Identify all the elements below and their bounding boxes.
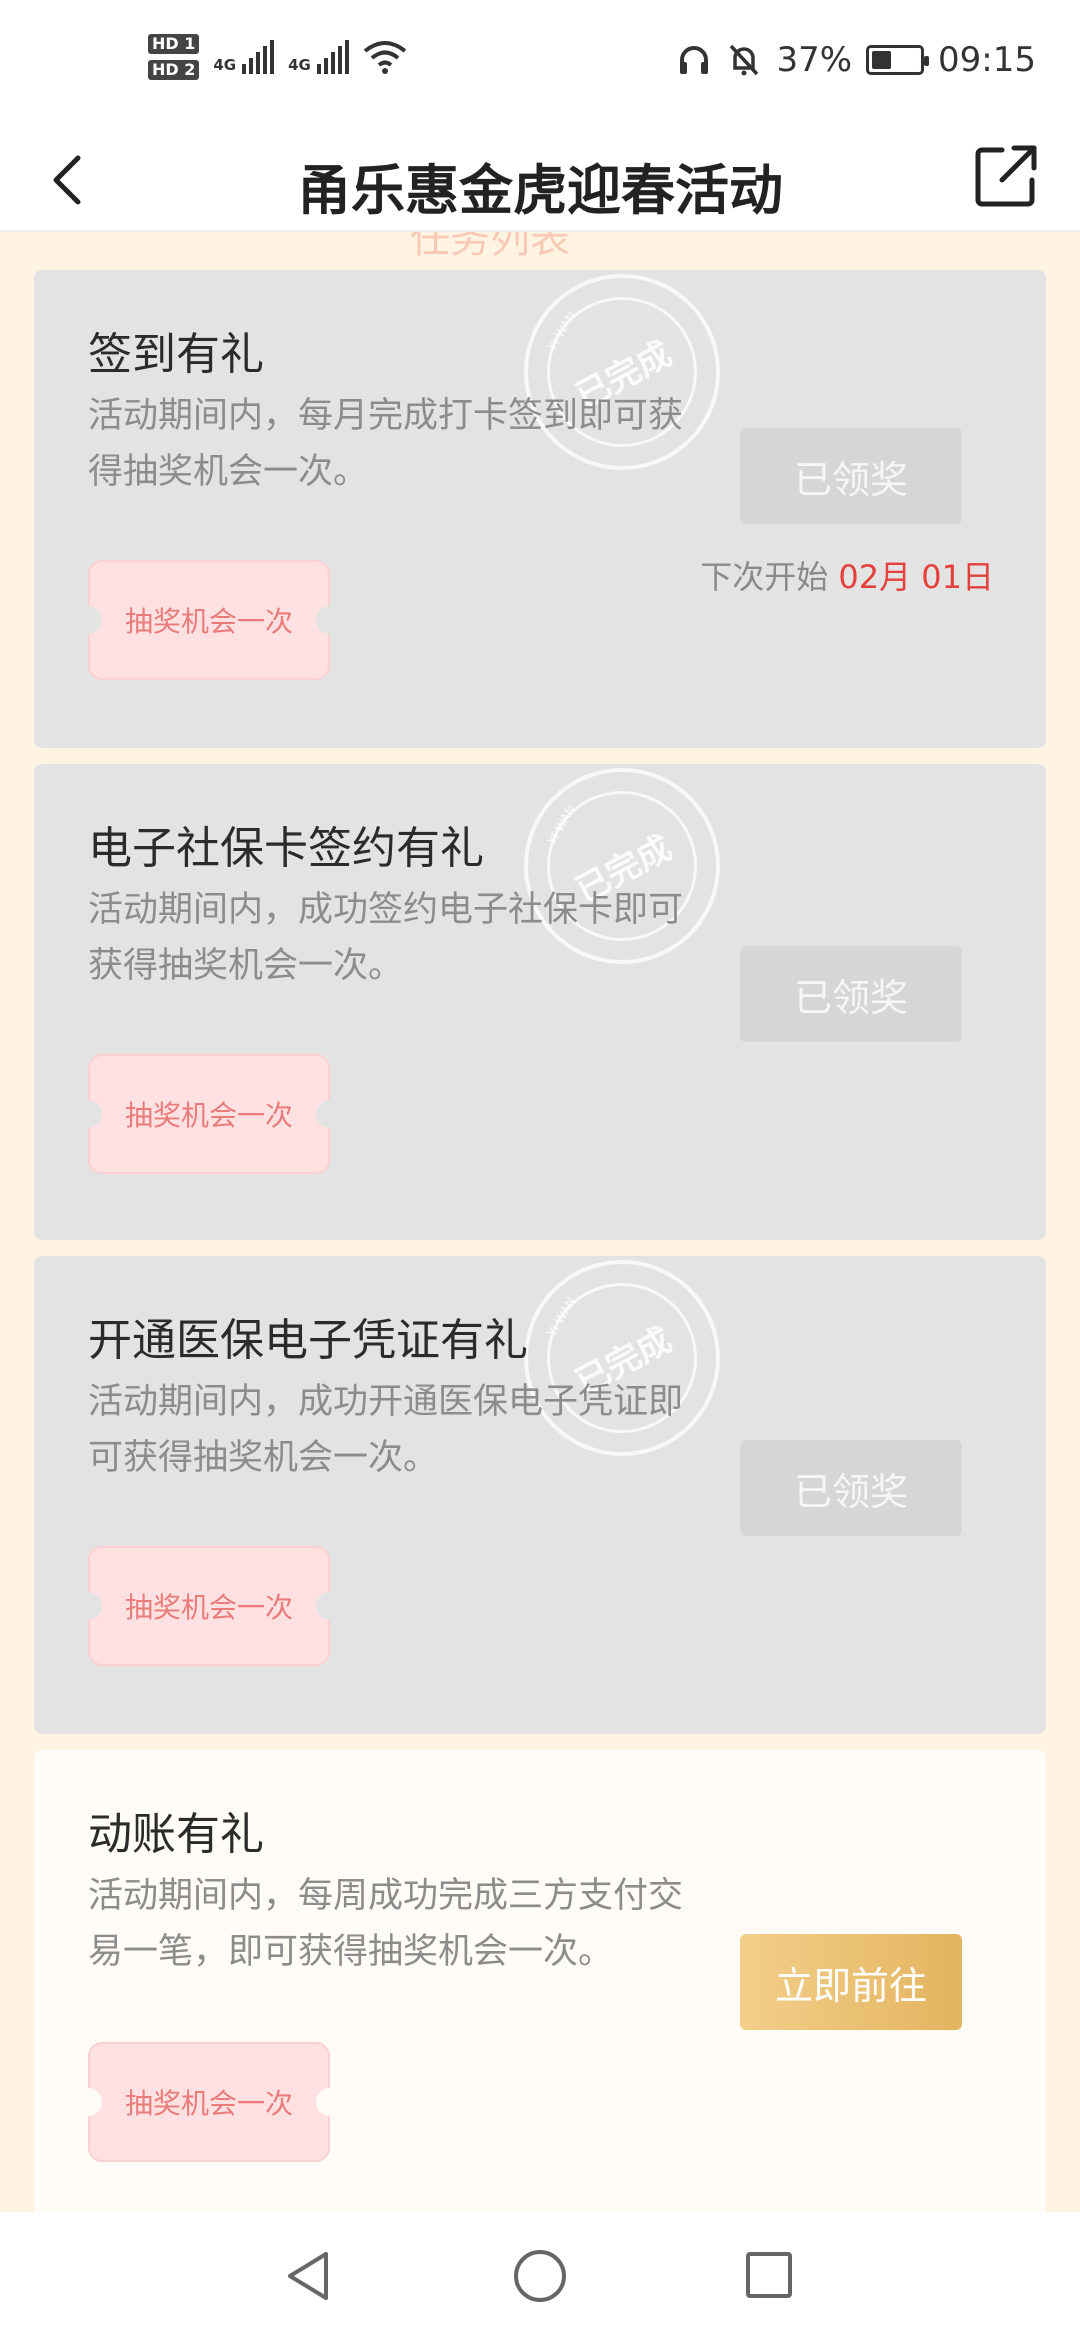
system-nav-bar (0, 2212, 1080, 2340)
claimed-button[interactable]: 已领奖 (740, 428, 962, 524)
signal-bars-icon (316, 40, 349, 74)
status-bar: HD 1 HD 2 4G 4G 37% 09:15 (0, 0, 1080, 128)
task-title: 动账有礼 (88, 1809, 264, 1860)
task-title: 签到有礼 (88, 329, 264, 380)
task-card-social-security: YI WAN 已完成 电子社保卡签约有礼 活动期间内，成功签约电子社保卡即可获得… (34, 764, 1046, 1240)
task-description: 活动期间内，成功开通医保电子凭证即可获得抽奖机会一次。 (88, 1382, 684, 1478)
task-description: 活动期间内，成功签约电子社保卡即可获得抽奖机会一次。 (88, 890, 684, 986)
signal-1: 4G (213, 40, 275, 74)
network-type-1: 4G (213, 56, 237, 74)
hd-indicators: HD 1 HD 2 (148, 34, 200, 80)
task-description: 活动期间内，每月完成打卡签到即可获得抽奖机会一次。 (88, 396, 684, 492)
share-icon[interactable] (972, 142, 1040, 210)
claimed-button[interactable]: 已领奖 (740, 946, 962, 1042)
task-title: 电子社保卡签约有礼 (88, 823, 484, 874)
battery-level (872, 51, 892, 69)
section-heading-peek: 任务列表 (410, 232, 570, 262)
task-card-medical-insurance: YI WAN 已完成 开通医保电子凭证有礼 活动期间内，成功开通医保电子凭证即可… (34, 1256, 1046, 1734)
status-left: HD 1 HD 2 4G 4G (148, 34, 407, 80)
task-description: 活动期间内，每周成功完成三方支付交易一笔，即可获得抽奖机会一次。 (88, 1876, 684, 1972)
wifi-icon (363, 41, 407, 74)
battery-icon (866, 45, 930, 75)
lottery-ticket-badge: 抽奖机会一次 (74, 1546, 344, 1666)
next-start: 下次开始 02月 01日 (700, 552, 994, 598)
battery-percent: 37% (776, 40, 853, 80)
bell-muted-icon (730, 44, 759, 76)
next-start-date: 02月 01日 (838, 558, 994, 596)
hd2-badge: HD 2 (148, 60, 200, 80)
nav-recents-icon[interactable] (746, 2252, 792, 2298)
page-title: 甬乐惠金虎迎春活动 (297, 159, 783, 222)
nav-home-icon[interactable] (514, 2250, 566, 2302)
clock: 09:15 (938, 40, 1036, 80)
title-bar: 甬乐惠金虎迎春活动 (0, 128, 1080, 232)
network-type-2: 4G (288, 56, 311, 74)
hd1-badge: HD 1 (148, 34, 200, 54)
signal-bars-icon (242, 40, 275, 74)
nav-back-icon[interactable] (282, 2248, 338, 2304)
claimed-button[interactable]: 已领奖 (740, 1440, 962, 1536)
task-title: 开通医保电子凭证有礼 (88, 1315, 528, 1366)
signal-2: 4G (288, 40, 349, 74)
status-right: 37% 09:15 (676, 40, 1036, 80)
task-list[interactable]: 任务列表 YI WAN 已完成 签到有礼 活动期间内，每月完成打卡签到即可获得抽… (0, 232, 1080, 2212)
next-start-label: 下次开始 (700, 558, 829, 596)
lottery-ticket-badge: 抽奖机会一次 (74, 1054, 344, 1174)
lottery-ticket-badge: 抽奖机会一次 (74, 560, 344, 680)
lottery-ticket-badge: 抽奖机会一次 (74, 2042, 344, 2162)
headphones-icon (680, 46, 709, 74)
task-card-checkin: YI WAN 已完成 签到有礼 活动期间内，每月完成打卡签到即可获得抽奖机会一次… (34, 270, 1046, 748)
task-card-transaction: 动账有礼 活动期间内，每周成功完成三方支付交易一笔，即可获得抽奖机会一次。 立即… (34, 1750, 1046, 2212)
go-now-button[interactable]: 立即前往 (740, 1934, 962, 2030)
